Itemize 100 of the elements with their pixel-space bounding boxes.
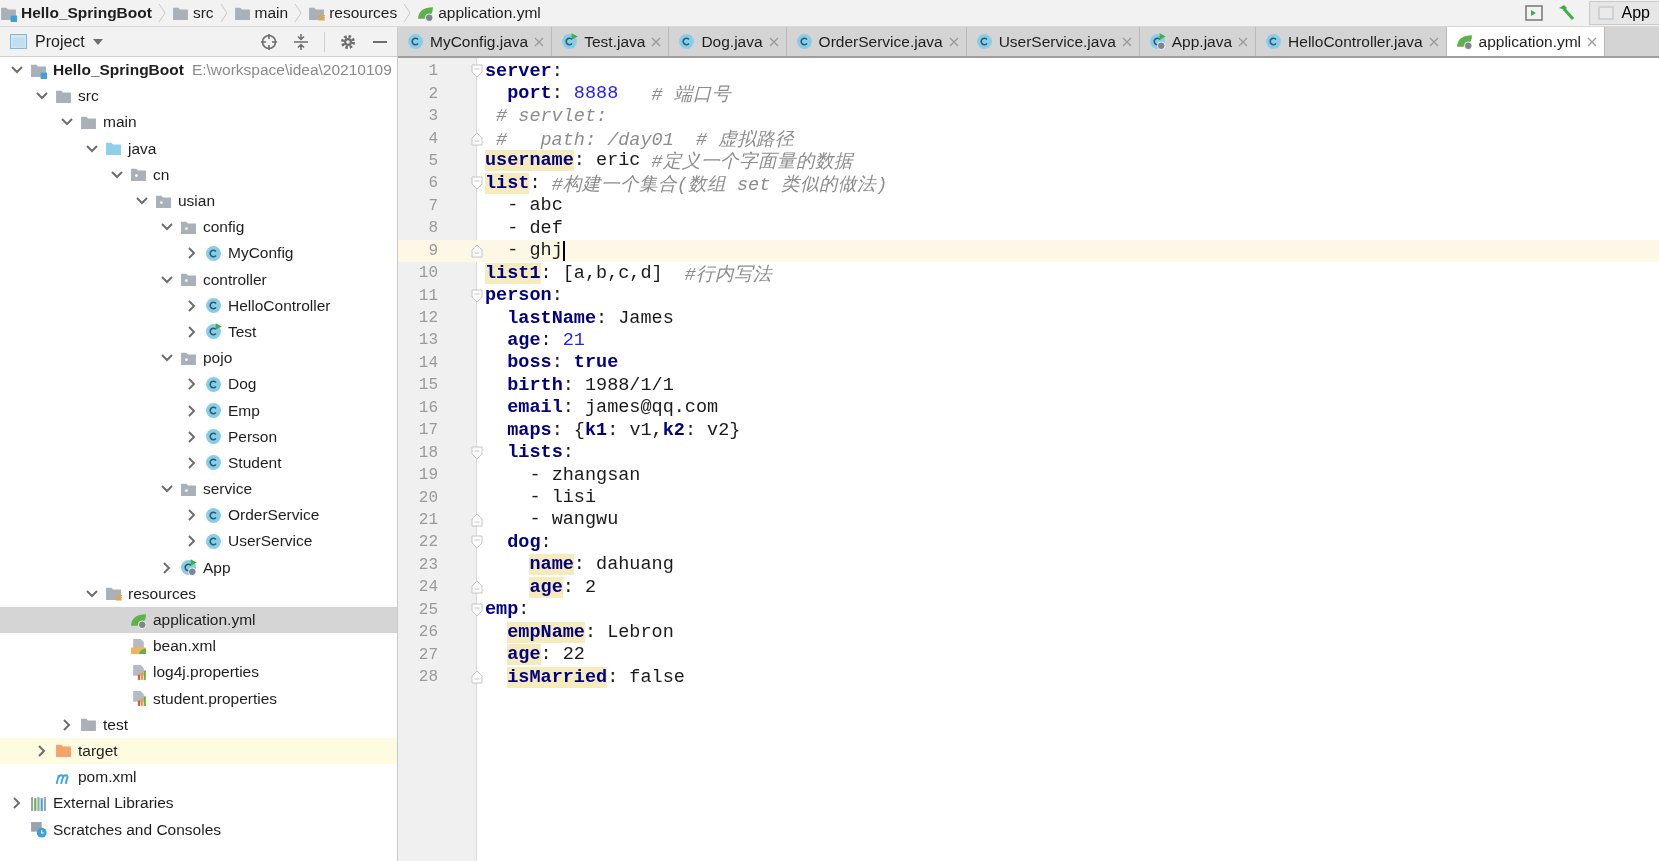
tree-item[interactable]: main — [0, 109, 397, 136]
tree-item-label: Hello_SpringBoot — [53, 61, 184, 80]
chevron-right-icon[interactable] — [188, 299, 196, 312]
tree-item[interactable]: application.yml — [0, 606, 397, 634]
chevron-right-icon[interactable] — [188, 404, 196, 417]
chevron-down-icon[interactable] — [161, 275, 173, 284]
tree-item[interactable]: App — [0, 554, 397, 581]
chevron-down-icon[interactable] — [86, 589, 98, 598]
tree-item[interactable]: HelloController — [0, 292, 397, 319]
tree-item[interactable]: UserService — [0, 528, 397, 555]
breadcrumb-item[interactable]: Hello_SpringBoot — [21, 4, 152, 22]
chevron-down-icon[interactable] — [111, 170, 123, 179]
tree-item[interactable]: src — [0, 83, 397, 110]
fold-marker-icon[interactable] — [471, 445, 483, 460]
close-icon[interactable] — [1587, 36, 1598, 47]
chevron-right-icon[interactable] — [188, 247, 196, 260]
tree-item[interactable]: resources — [0, 580, 397, 607]
tree-item[interactable]: pom.xml — [0, 764, 397, 791]
tree-item[interactable]: service — [0, 476, 397, 503]
tree-item[interactable]: java — [0, 135, 397, 162]
fold-marker-icon[interactable] — [471, 535, 483, 550]
tree-item[interactable]: test — [0, 711, 397, 738]
tree-item[interactable]: config — [0, 214, 397, 241]
class-run-icon — [561, 33, 579, 50]
fold-marker-icon[interactable] — [471, 64, 483, 79]
line-number: 14 — [417, 353, 438, 372]
folder-icon — [55, 742, 72, 760]
tree-item[interactable]: Scratches and Consoles — [0, 816, 397, 843]
tree-item[interactable]: Person — [0, 423, 397, 450]
chevron-right-icon[interactable] — [188, 509, 196, 522]
fold-end-marker-icon[interactable] — [471, 131, 483, 146]
chevron-down-icon[interactable] — [161, 354, 173, 363]
chevron-down-icon[interactable] — [86, 144, 98, 153]
chevron-right-icon[interactable] — [188, 430, 196, 443]
tree-item[interactable]: cn — [0, 161, 397, 188]
chevron-down-icon[interactable] — [136, 197, 148, 206]
tree-item[interactable]: Emp — [0, 397, 397, 424]
class-icon — [205, 454, 222, 472]
tree-item[interactable]: Student — [0, 449, 397, 476]
tree-item[interactable]: External Libraries — [0, 790, 397, 817]
breadcrumb-item[interactable]: resources — [329, 4, 398, 22]
chevron-down-icon[interactable] — [11, 66, 23, 75]
chevron-right-icon[interactable] — [188, 378, 196, 391]
fold-marker-icon[interactable] — [471, 602, 483, 617]
fold-end-marker-icon[interactable] — [471, 670, 483, 685]
chevron-right-icon[interactable] — [163, 561, 171, 574]
code-line: maps: {k1: v1,k2: v2} — [506, 419, 741, 441]
chevron-down-icon[interactable] — [61, 118, 73, 127]
breadcrumb-separator-icon — [403, 3, 412, 23]
fold-marker-icon[interactable] — [471, 288, 483, 303]
tree-item[interactable]: log4j.properties — [0, 659, 397, 686]
code-line: - lisi — [528, 487, 597, 509]
fold-end-marker-icon[interactable] — [471, 243, 483, 258]
tree-item[interactable]: pojo — [0, 345, 397, 372]
breadcrumb-item[interactable]: src — [192, 4, 214, 22]
line-number: 16 — [417, 398, 438, 417]
chevron-down-icon[interactable] — [36, 92, 48, 101]
class-icon — [205, 506, 222, 524]
chevron-right-icon[interactable] — [188, 325, 196, 338]
code-line: age: 21 — [506, 329, 585, 351]
fold-end-marker-icon[interactable] — [471, 580, 483, 595]
chevron-right-icon[interactable] — [63, 718, 71, 731]
tree-item[interactable]: Dog — [0, 371, 397, 398]
code-line: lists: — [506, 442, 574, 464]
chevron-right-icon[interactable] — [188, 456, 196, 469]
leaf-file-icon — [417, 4, 435, 22]
line-number: 19 — [417, 466, 438, 485]
tree-item[interactable]: usian — [0, 187, 397, 215]
tree-item[interactable]: bean.xml — [0, 633, 397, 660]
run-window-icon[interactable] — [1524, 5, 1543, 21]
collapse-all-icon[interactable] — [292, 32, 310, 51]
editor-tab[interactable]: application.yml — [1446, 27, 1606, 56]
tree-item[interactable]: Test — [0, 318, 397, 346]
fold-marker-icon[interactable] — [471, 176, 483, 191]
run-config-dropdown[interactable]: App — [1588, 1, 1659, 25]
chevron-right-icon[interactable] — [38, 744, 46, 757]
chevron-right-icon[interactable] — [188, 535, 196, 548]
tree-item[interactable]: MyConfig — [0, 240, 397, 267]
breadcrumb-item[interactable]: main — [254, 4, 289, 22]
settings-icon[interactable] — [339, 32, 357, 51]
class-run-icon — [205, 323, 222, 341]
chevron-right-icon[interactable] — [13, 797, 21, 810]
tree-item[interactable]: OrderService — [0, 502, 397, 529]
project-view-dropdown[interactable]: Project — [10, 32, 103, 51]
fold-end-marker-icon[interactable] — [471, 512, 483, 527]
line-number: 1 — [427, 62, 438, 81]
tree-item[interactable]: target — [0, 737, 397, 765]
chevron-down-icon[interactable] — [161, 223, 173, 232]
project-path: E:\workspace\idea\20210109 — [191, 61, 392, 80]
code-line: username: eric #定义一个字面量的数据 — [484, 149, 853, 174]
line-number: 21 — [417, 510, 438, 529]
tree-item[interactable]: controller — [0, 266, 397, 293]
breadcrumb-item[interactable]: application.yml — [438, 4, 541, 22]
crosshair-icon[interactable] — [260, 32, 278, 51]
tree-item-label: service — [203, 480, 253, 499]
tree-item[interactable]: student.properties — [0, 685, 397, 712]
line-number: 27 — [417, 645, 438, 664]
chevron-down-icon[interactable] — [161, 485, 173, 494]
line-number: 17 — [417, 421, 438, 440]
tree-item[interactable]: Hello_SpringBoot E:\workspace\idea\20210109 — [0, 57, 397, 84]
